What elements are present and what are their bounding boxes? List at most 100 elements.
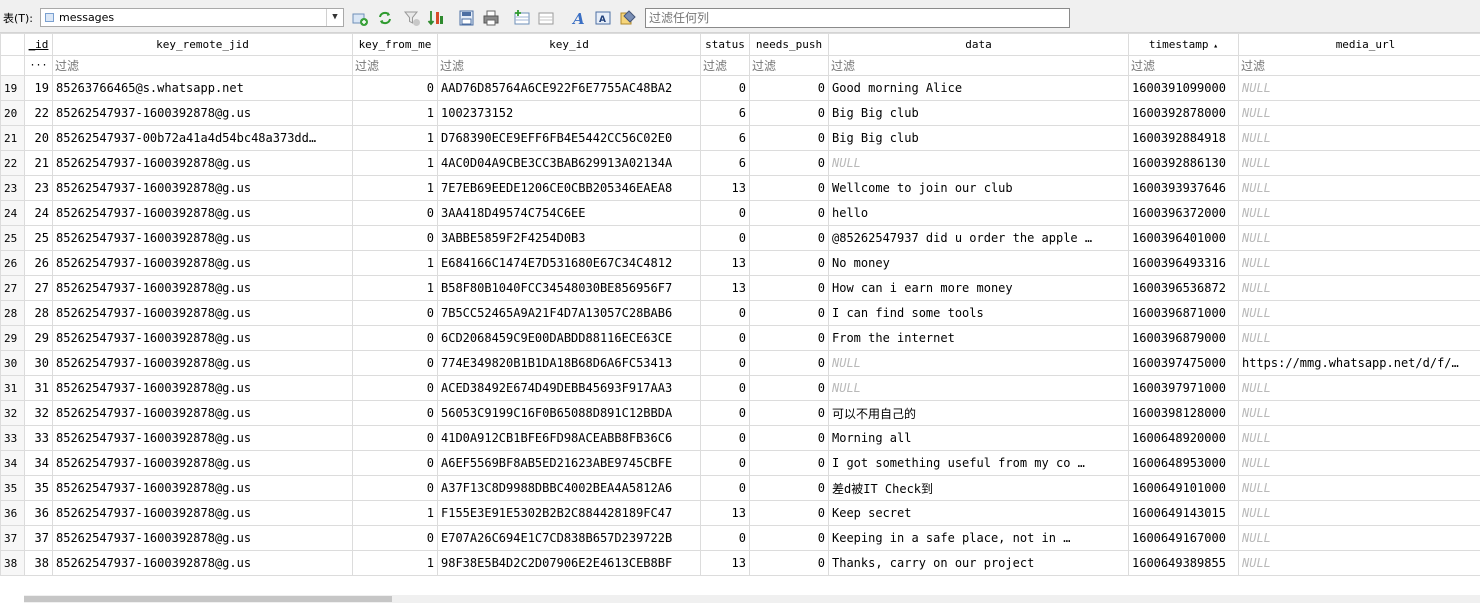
cell-status[interactable]: 6 — [700, 150, 750, 176]
cell-timestamp[interactable]: 1600398128000 — [1128, 400, 1239, 426]
cell-key-id[interactable]: 1002373152 — [437, 100, 701, 126]
cell-media-url[interactable]: NULL — [1238, 375, 1480, 401]
cell-id[interactable]: 30 — [24, 350, 53, 376]
cell-needs-push[interactable]: 0 — [749, 425, 829, 451]
table-row[interactable]: 28 28 85262547937-1600392878@g.us 0 7B5CC524… — [0, 300, 1480, 326]
cell-needs-push[interactable]: 0 — [749, 375, 829, 401]
cell-timestamp[interactable]: 1600396879000 — [1128, 325, 1239, 351]
column-header-id[interactable]: _id — [24, 33, 53, 56]
row-number[interactable]: 27 — [0, 275, 25, 301]
cell-status[interactable]: 0 — [700, 200, 750, 226]
cell-data[interactable]: Keep secret — [828, 500, 1129, 526]
cell-id[interactable]: 29 — [24, 325, 53, 351]
cell-key-id[interactable]: A37F13C8D9988DBBC4002BEA4A5812A6 — [437, 475, 701, 501]
cell-needs-push[interactable]: 0 — [749, 250, 829, 276]
filter-input-timestamp[interactable] — [1129, 56, 1238, 75]
cell-key-id[interactable]: 3ABBE5859F2F4254D0B3 — [437, 225, 701, 251]
cell-timestamp[interactable]: 1600393937646 — [1128, 175, 1239, 201]
cell-jid[interactable]: 85262547937-1600392878@g.us — [52, 475, 353, 501]
cell-jid[interactable]: 85262547937-1600392878@g.us — [52, 500, 353, 526]
cell-jid[interactable]: 85262547937-1600392878@g.us — [52, 300, 353, 326]
cell-timestamp[interactable]: 1600648953000 — [1128, 450, 1239, 476]
cell-jid[interactable]: 85262547937-1600392878@g.us — [52, 175, 353, 201]
cell-media-url[interactable]: NULL — [1238, 75, 1480, 101]
cell-media-url[interactable]: NULL — [1238, 450, 1480, 476]
delete-row-icon[interactable] — [537, 9, 555, 27]
cell-id[interactable]: 37 — [24, 525, 53, 551]
row-number[interactable]: 37 — [0, 525, 25, 551]
cell-data[interactable]: Good morning Alice — [828, 75, 1129, 101]
cell-from-me[interactable]: 0 — [352, 375, 438, 401]
cell-needs-push[interactable]: 0 — [749, 350, 829, 376]
row-number[interactable]: 30 — [0, 350, 25, 376]
cell-id[interactable]: 19 — [24, 75, 53, 101]
cell-data[interactable]: Thanks, carry on our project — [828, 550, 1129, 576]
sort-icon[interactable] — [427, 9, 445, 27]
cell-id[interactable]: 26 — [24, 250, 53, 276]
cell-from-me[interactable]: 1 — [352, 500, 438, 526]
column-header-media-url[interactable]: media_url — [1238, 33, 1480, 56]
table-row[interactable]: 29 29 85262547937-1600392878@g.us 0 6CD20684… — [0, 325, 1480, 351]
table-row[interactable]: 23 23 85262547937-1600392878@g.us 1 7E7EB69E… — [0, 175, 1480, 201]
cell-needs-push[interactable]: 0 — [749, 450, 829, 476]
row-number[interactable]: 31 — [0, 375, 25, 401]
table-row[interactable]: 34 34 85262547937-1600392878@g.us 0 A6EF5569… — [0, 450, 1480, 476]
row-number[interactable]: 28 — [0, 300, 25, 326]
cell-timestamp[interactable]: 1600649167000 — [1128, 525, 1239, 551]
cell-jid[interactable]: 85262547937-1600392878@g.us — [52, 325, 353, 351]
cell-media-url[interactable]: NULL — [1238, 225, 1480, 251]
filter-input-status[interactable] — [701, 56, 749, 75]
row-number[interactable]: 29 — [0, 325, 25, 351]
cell-data[interactable]: I can find some tools — [828, 300, 1129, 326]
cell-data[interactable]: No money — [828, 250, 1129, 276]
cell-id[interactable]: 20 — [24, 125, 53, 151]
cell-status[interactable]: 13 — [700, 250, 750, 276]
filter-input-data[interactable] — [829, 56, 1128, 75]
table-row[interactable]: 33 33 85262547937-1600392878@g.us 0 41D0A912… — [0, 425, 1480, 451]
table-row[interactable]: 30 30 85262547937-1600392878@g.us 0 774E3498… — [0, 350, 1480, 376]
cell-key-id[interactable]: E684166C1474E7D531680E67C34C4812 — [437, 250, 701, 276]
cell-needs-push[interactable]: 0 — [749, 275, 829, 301]
row-number[interactable]: 35 — [0, 475, 25, 501]
cell-timestamp[interactable]: 1600396372000 — [1128, 200, 1239, 226]
cell-media-url[interactable]: NULL — [1238, 550, 1480, 576]
text-encoding-icon[interactable]: A — [594, 9, 612, 27]
cell-timestamp[interactable]: 1600392878000 — [1128, 100, 1239, 126]
filter-options-button[interactable]: ··· — [24, 55, 53, 76]
cell-from-me[interactable]: 1 — [352, 175, 438, 201]
column-header-key-id[interactable]: key_id — [437, 33, 701, 56]
cell-status[interactable]: 0 — [700, 350, 750, 376]
cell-timestamp[interactable]: 1600397475000 — [1128, 350, 1239, 376]
cell-id[interactable]: 33 — [24, 425, 53, 451]
cell-from-me[interactable]: 0 — [352, 75, 438, 101]
table-row[interactable]: 36 36 85262547937-1600392878@g.us 1 F155E3E9… — [0, 500, 1480, 526]
cell-needs-push[interactable]: 0 — [749, 150, 829, 176]
cell-key-id[interactable]: E707A26C694E1C7CD838B657D239722B — [437, 525, 701, 551]
table-row[interactable]: 35 35 85262547937-1600392878@g.us 0 A37F13C8… — [0, 475, 1480, 501]
cell-key-id[interactable]: 3AA418D49574C754C6EE — [437, 200, 701, 226]
cell-data[interactable]: NULL — [828, 150, 1129, 176]
cell-key-id[interactable]: D768390ECE9EFF6FB4E5442CC56C02E0 — [437, 125, 701, 151]
cell-jid[interactable]: 85262547937-1600392878@g.us — [52, 350, 353, 376]
row-number[interactable]: 23 — [0, 175, 25, 201]
cell-media-url[interactable]: NULL — [1238, 525, 1480, 551]
cell-from-me[interactable]: 0 — [352, 200, 438, 226]
table-row[interactable]: 31 31 85262547937-1600392878@g.us 0 ACED3849… — [0, 375, 1480, 401]
cell-needs-push[interactable]: 0 — [749, 200, 829, 226]
cell-from-me[interactable]: 1 — [352, 275, 438, 301]
cell-timestamp[interactable]: 1600397971000 — [1128, 375, 1239, 401]
cell-needs-push[interactable]: 0 — [749, 75, 829, 101]
cell-status[interactable]: 13 — [700, 500, 750, 526]
cell-id[interactable]: 22 — [24, 100, 53, 126]
row-number[interactable]: 33 — [0, 425, 25, 451]
cell-id[interactable]: 34 — [24, 450, 53, 476]
cell-from-me[interactable]: 1 — [352, 250, 438, 276]
cell-key-id[interactable]: 56053C9199C16F0B65088D891C12BBDA — [437, 400, 701, 426]
cell-data[interactable]: From the internet — [828, 325, 1129, 351]
cell-timestamp[interactable]: 1600649389855 — [1128, 550, 1239, 576]
cell-needs-push[interactable]: 0 — [749, 325, 829, 351]
cell-key-id[interactable]: 6CD2068459C9E00DABDD88116ECE63CE — [437, 325, 701, 351]
cell-id[interactable]: 35 — [24, 475, 53, 501]
cell-jid[interactable]: 85262547937-1600392878@g.us — [52, 275, 353, 301]
cell-jid[interactable]: 85262547937-1600392878@g.us — [52, 525, 353, 551]
